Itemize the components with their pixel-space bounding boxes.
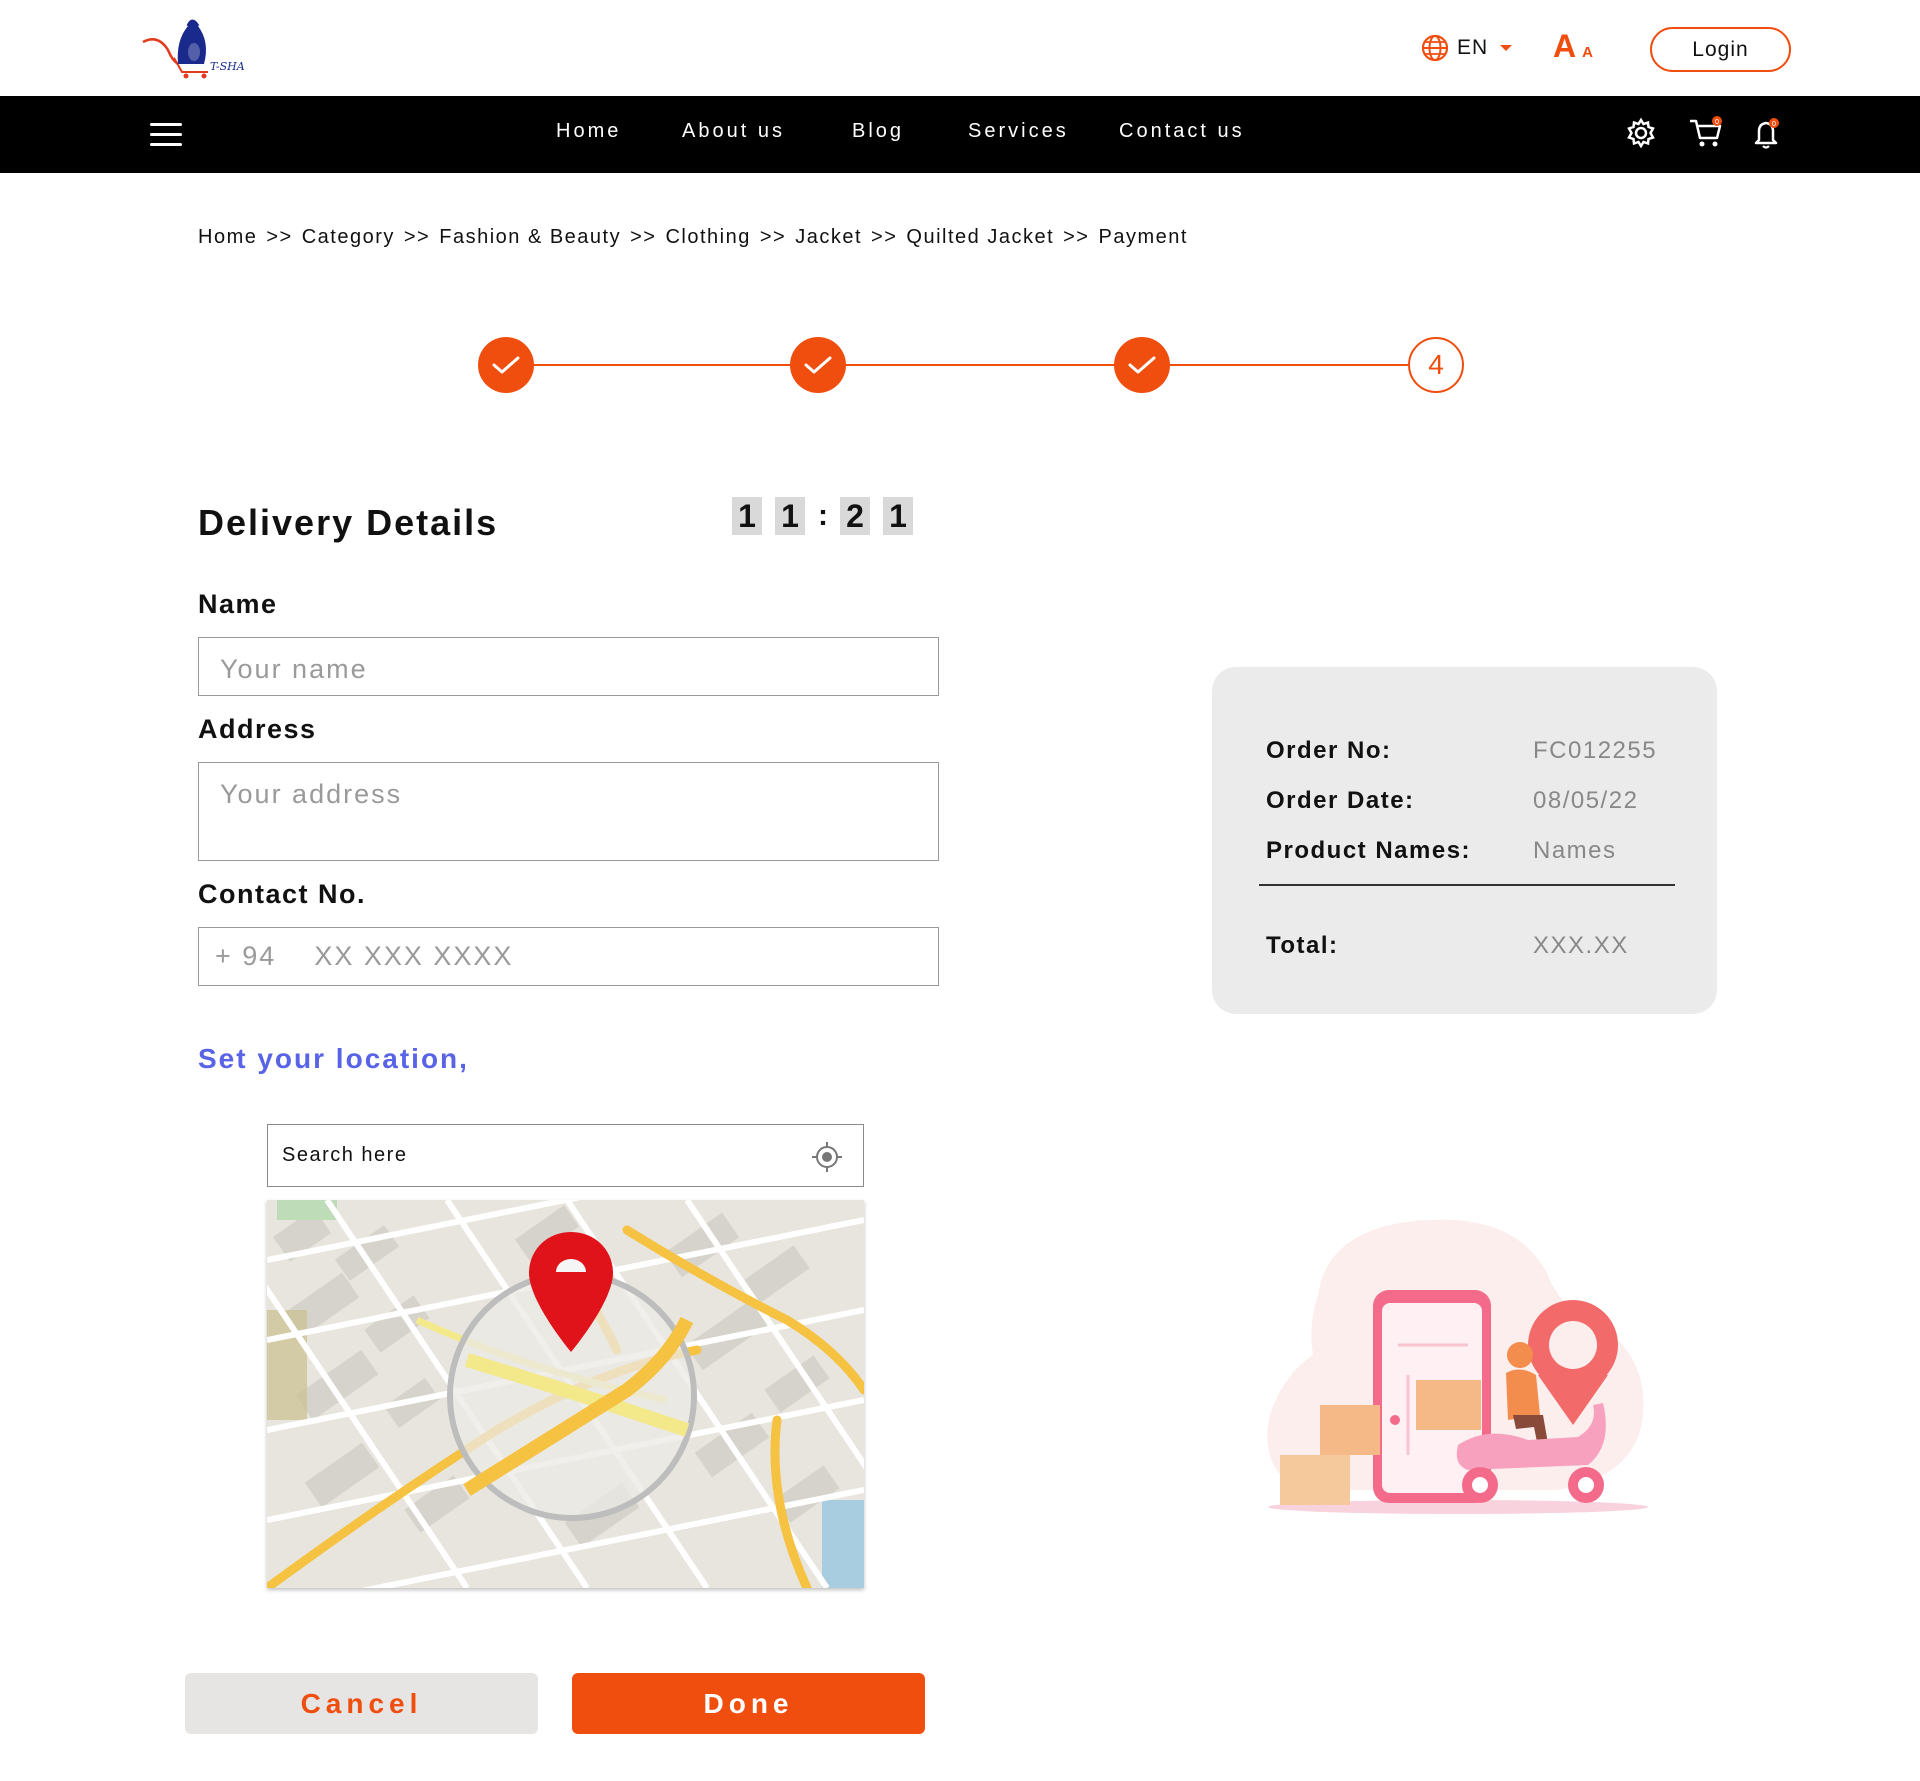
timer-separator: : — [818, 499, 828, 532]
page-title: Delivery Details — [198, 502, 499, 543]
breadcrumb-separator: >> — [403, 226, 431, 248]
order-summary-card: Order No: FC012255 Order Date: 08/05/22 … — [1212, 667, 1717, 1014]
breadcrumb-jacket[interactable]: Jacket — [795, 226, 862, 248]
order-date-label: Order Date: — [1266, 787, 1415, 814]
stepper-connector — [1170, 364, 1410, 366]
map-search-input[interactable]: Search here — [267, 1124, 864, 1187]
nav-item-contact[interactable]: Contact us — [1119, 120, 1245, 143]
location-map[interactable] — [267, 1200, 864, 1588]
order-date-value: 08/05/22 — [1533, 787, 1639, 814]
breadcrumb-payment: Payment — [1098, 226, 1188, 248]
svg-text:T-SHA: T-SHA — [210, 60, 245, 73]
nav-item-about[interactable]: About us — [682, 120, 785, 143]
globe-icon — [1421, 34, 1449, 62]
country-code: + 94 — [215, 941, 277, 971]
timer-digit: 1 — [732, 497, 762, 535]
breadcrumb: Home >> Category >> Fashion & Beauty >> Clothi… — [198, 226, 1188, 249]
breadcrumb-fashion-beauty[interactable]: Fashion & Beauty — [439, 226, 621, 248]
step-4-current: 4 — [1408, 337, 1464, 393]
contact-input[interactable]: + 94 XX XXX XXXX — [198, 927, 939, 986]
breadcrumb-clothing[interactable]: Clothing — [665, 226, 750, 248]
contact-placeholder: XX XXX XXXX — [314, 941, 514, 971]
bell-icon[interactable]: 0 — [1750, 116, 1784, 150]
map-search-placeholder: Search here — [282, 1144, 408, 1166]
breadcrumb-separator: >> — [1063, 226, 1090, 248]
locate-me-icon[interactable] — [811, 1141, 843, 1173]
chevron-down-icon — [1500, 45, 1513, 51]
address-label: Address — [198, 714, 317, 744]
breadcrumb-quilted-jacket[interactable]: Quilted Jacket — [906, 226, 1054, 248]
nav-item-blog[interactable]: Blog — [852, 120, 904, 143]
product-names-value: Names — [1533, 837, 1617, 864]
order-no-label: Order No: — [1266, 737, 1392, 764]
gear-icon[interactable] — [1624, 116, 1658, 150]
login-button[interactable]: Login — [1650, 27, 1791, 72]
breadcrumb-separator: >> — [871, 226, 898, 248]
font-size-large[interactable]: A — [1553, 28, 1576, 64]
breadcrumb-separator: >> — [759, 226, 787, 248]
countdown-timer: 1 1 : 2 1 — [732, 497, 926, 535]
timer-digit: 1 — [883, 497, 913, 535]
address-input[interactable]: Your address — [198, 762, 939, 861]
contact-label: Contact No. — [198, 879, 366, 909]
language-label: EN — [1457, 36, 1489, 59]
done-button[interactable]: Done — [572, 1673, 925, 1734]
delivery-illustration — [1258, 1215, 1650, 1520]
step-3-complete — [1114, 337, 1170, 393]
font-size-toggle[interactable]: AA — [1553, 28, 1593, 65]
svg-text:0: 0 — [1772, 120, 1776, 128]
stepper-connector — [846, 364, 1116, 366]
nav-item-services[interactable]: Services — [968, 120, 1069, 143]
check-icon — [1128, 356, 1156, 374]
brand-logo[interactable]: T-SHA — [138, 12, 248, 82]
total-row: Total: XXX.XX — [1266, 932, 1663, 960]
svg-text:0: 0 — [1715, 118, 1719, 126]
breadcrumb-separator: >> — [630, 226, 657, 248]
check-icon — [804, 356, 832, 374]
product-names-row: Product Names: Names — [1266, 837, 1663, 865]
summary-divider — [1259, 884, 1675, 886]
total-value: XXX.XX — [1533, 932, 1629, 959]
menu-icon[interactable] — [150, 123, 182, 147]
nav-item-home[interactable]: Home — [556, 120, 621, 143]
top-bar: T-SHA EN AA Login — [0, 0, 1920, 96]
order-no-row: Order No: FC012255 — [1266, 737, 1663, 765]
check-icon — [492, 356, 520, 374]
breadcrumb-category[interactable]: Category — [302, 226, 395, 248]
font-size-small[interactable]: A — [1582, 44, 1593, 61]
step-2-complete — [790, 337, 846, 393]
order-no-value: FC012255 — [1533, 737, 1658, 764]
breadcrumb-home[interactable]: Home — [198, 226, 257, 248]
order-date-row: Order Date: 08/05/22 — [1266, 787, 1663, 815]
step-1-complete — [478, 337, 534, 393]
stepper-connector — [534, 364, 794, 366]
total-label: Total: — [1266, 932, 1339, 959]
main-nav: Home About us Blog Services Contact us 0… — [0, 96, 1920, 173]
cart-icon[interactable]: 0 — [1688, 116, 1722, 150]
name-input[interactable]: Your name — [198, 637, 939, 696]
product-names-label: Product Names: — [1266, 837, 1472, 864]
name-label: Name — [198, 589, 278, 619]
timer-digit: 1 — [775, 497, 805, 535]
language-selector[interactable]: EN — [1421, 34, 1513, 62]
timer-digit: 2 — [840, 497, 870, 535]
set-location-label: Set your location, — [198, 1043, 469, 1074]
cancel-button[interactable]: Cancel — [185, 1673, 538, 1734]
breadcrumb-separator: >> — [266, 226, 293, 248]
